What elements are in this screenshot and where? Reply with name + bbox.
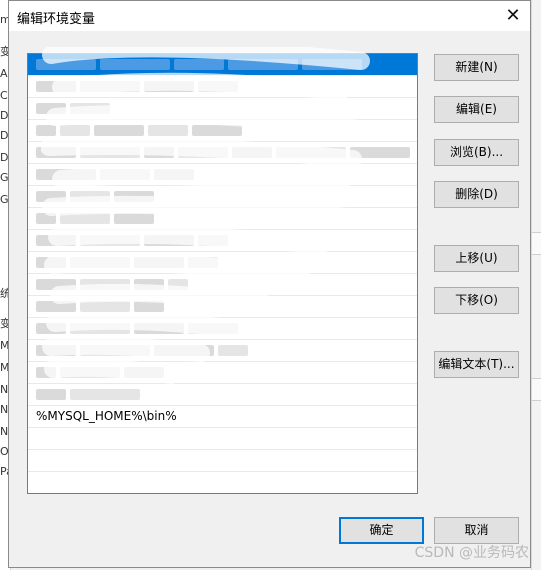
obscured-path-fragment [36, 191, 66, 202]
obscured-path-fragment [36, 59, 96, 70]
obscured-path-fragment [80, 301, 130, 312]
obscured-path-fragment [60, 125, 90, 136]
obscured-path-fragment [228, 59, 298, 70]
obscured-path-fragment [154, 345, 214, 356]
obscured-path-fragment [134, 257, 184, 268]
obscured-path-fragment [350, 147, 410, 158]
obscured-path-fragment [218, 345, 248, 356]
obscured-path-fragment [36, 301, 76, 312]
obscured-path-fragment [36, 389, 66, 400]
close-icon[interactable]: ✕ [496, 1, 530, 31]
obscured-path-fragment [36, 323, 66, 334]
obscured-path-fragment [168, 279, 188, 290]
path-list-item[interactable] [28, 450, 417, 472]
edit-button[interactable]: 编辑(E) [434, 96, 519, 123]
path-list-item[interactable] [28, 142, 417, 164]
ok-button[interactable]: 确定 [339, 517, 424, 544]
path-list-item[interactable] [28, 274, 417, 296]
path-list-item[interactable] [28, 76, 417, 98]
obscured-path-fragment [188, 257, 218, 268]
path-list-item[interactable] [28, 318, 417, 340]
path-list-item[interactable] [28, 296, 417, 318]
path-list-item[interactable] [28, 252, 417, 274]
obscured-path-fragment [36, 257, 66, 268]
obscured-path-fragment [148, 125, 188, 136]
obscured-path-fragment [154, 169, 194, 180]
obscured-path-fragment [100, 59, 170, 70]
obscured-path-fragment [70, 389, 140, 400]
obscured-path-fragment [36, 81, 76, 92]
path-list-item[interactable]: %MYSQL_HOME%\bin% [28, 406, 417, 428]
obscured-path-fragment [174, 59, 224, 70]
obscured-path-fragment [198, 235, 228, 246]
obscured-path-fragment [232, 147, 272, 158]
obscured-path-fragment [134, 301, 164, 312]
obscured-path-fragment [36, 367, 56, 378]
path-list-item[interactable] [28, 340, 417, 362]
obscured-path-fragment [144, 147, 174, 158]
obscured-path-fragment [124, 367, 164, 378]
obscured-path-fragment [114, 213, 154, 224]
obscured-path-fragment [36, 345, 76, 356]
obscured-path-fragment [60, 213, 110, 224]
edit-text-button[interactable]: 编辑文本(T)... [434, 351, 519, 378]
obscured-path-fragment [198, 81, 238, 92]
cancel-button[interactable]: 取消 [434, 517, 519, 544]
obscured-path-fragment [114, 191, 154, 202]
obscured-path-fragment [144, 235, 194, 246]
title-bar: 编辑环境变量 ✕ [9, 1, 530, 31]
obscured-path-fragment [80, 235, 140, 246]
obscured-path-fragment [276, 147, 346, 158]
obscured-path-fragment [134, 323, 184, 334]
obscured-path-fragment [36, 279, 76, 290]
obscured-path-fragment [100, 169, 150, 180]
obscured-path-fragment [70, 257, 130, 268]
path-list-item[interactable] [28, 384, 417, 406]
path-list-item[interactable] [28, 208, 417, 230]
obscured-path-fragment [80, 147, 140, 158]
obscured-path-fragment [80, 279, 130, 290]
path-list-item[interactable] [28, 98, 417, 120]
path-list[interactable]: %MYSQL_HOME%\bin% [27, 53, 418, 494]
path-list-item[interactable] [28, 428, 417, 450]
browse-button[interactable]: 浏览(B)... [434, 139, 519, 166]
obscured-path-fragment [192, 125, 242, 136]
path-list-item[interactable] [28, 472, 417, 493]
obscured-path-fragment [36, 169, 96, 180]
background-window-right [531, 0, 541, 570]
obscured-path-fragment [80, 345, 150, 356]
obscured-path-fragment [134, 279, 164, 290]
path-list-item[interactable] [28, 186, 417, 208]
move-up-button[interactable]: 上移(U) [434, 245, 519, 272]
obscured-path-fragment [70, 191, 110, 202]
obscured-path-fragment [94, 125, 144, 136]
path-list-item[interactable] [28, 230, 417, 252]
obscured-path-fragment [144, 81, 194, 92]
path-list-item[interactable] [28, 54, 417, 76]
path-list-item[interactable] [28, 120, 417, 142]
obscured-path-fragment [36, 103, 66, 114]
obscured-path-fragment [36, 125, 56, 136]
obscured-path-fragment [178, 147, 228, 158]
path-list-item[interactable] [28, 362, 417, 384]
obscured-path-fragment [302, 59, 362, 70]
watermark: CSDN @业务码农 [414, 545, 529, 561]
delete-button[interactable]: 删除(D) [434, 181, 519, 208]
move-down-button[interactable]: 下移(O) [434, 287, 519, 314]
obscured-path-fragment [188, 323, 238, 334]
path-list-item-text: %MYSQL_HOME%\bin% [36, 409, 177, 423]
new-button[interactable]: 新建(N) [434, 54, 519, 81]
obscured-path-fragment [36, 235, 76, 246]
dialog-title: 编辑环境变量 [17, 12, 96, 27]
obscured-path-fragment [80, 81, 140, 92]
obscured-path-fragment [60, 367, 120, 378]
obscured-path-fragment [36, 213, 56, 224]
obscured-path-fragment [70, 323, 130, 334]
obscured-path-fragment [70, 103, 110, 114]
obscured-path-fragment [36, 147, 76, 158]
edit-environment-variable-dialog: 编辑环境变量 ✕ %MYSQL_HOME%\bin% 新建(N) 编辑(E) 浏… [8, 0, 531, 568]
path-list-item[interactable] [28, 164, 417, 186]
